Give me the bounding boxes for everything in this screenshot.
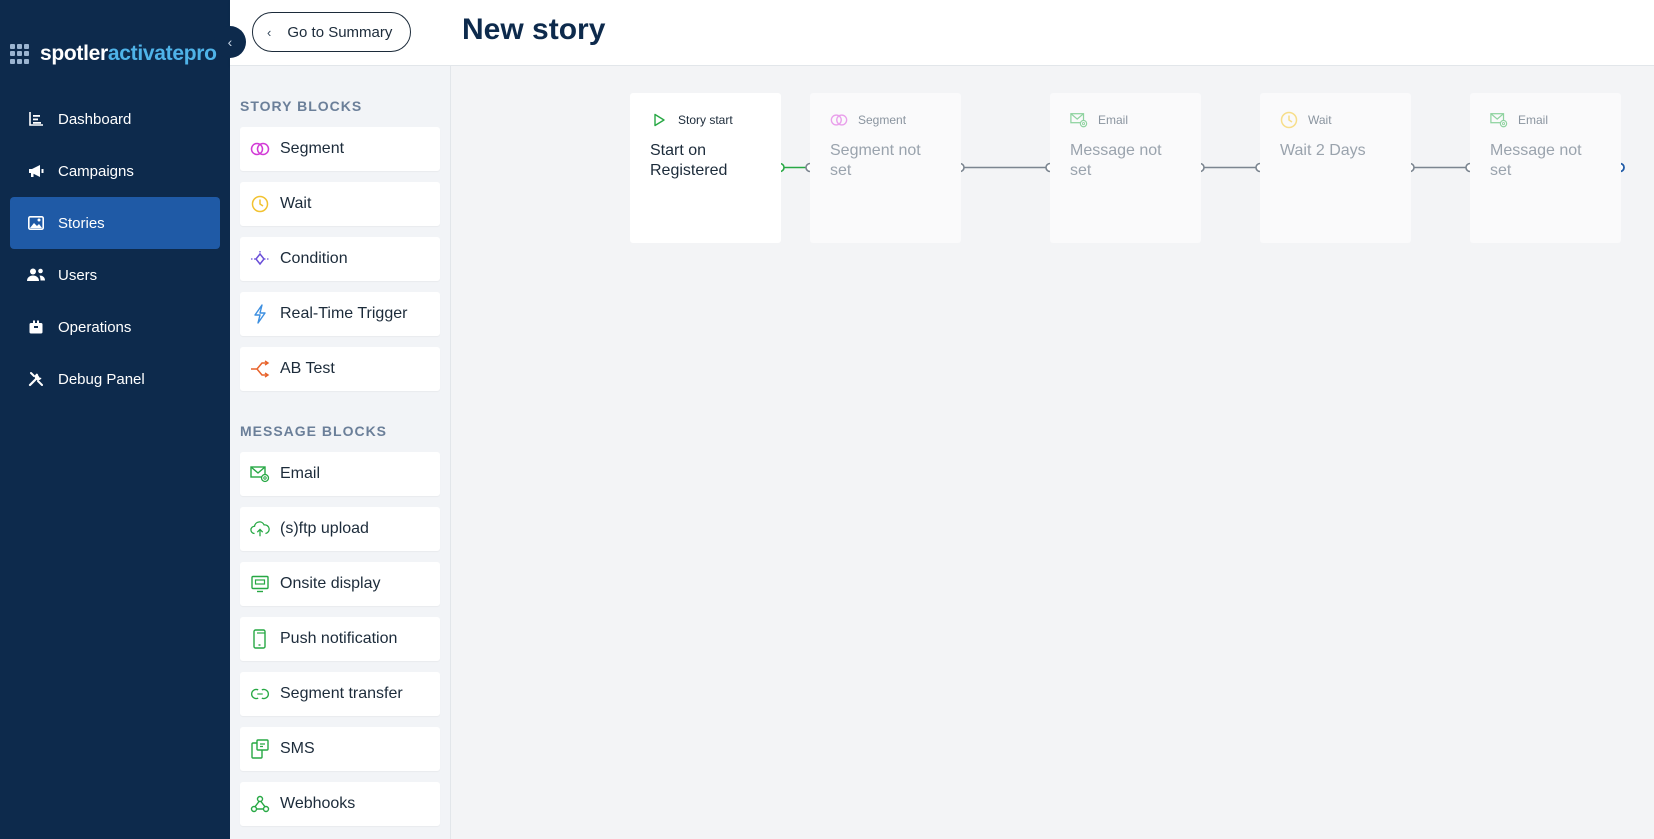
message-block-push-notification[interactable]: Push notification: [240, 617, 440, 661]
node-type-label: Email: [1098, 113, 1129, 127]
message-block-email[interactable]: Email: [240, 452, 440, 496]
chevron-left-icon: ‹: [227, 34, 233, 50]
nav-item-users[interactable]: Users: [10, 249, 220, 301]
segment-icon: [250, 139, 270, 159]
block-label: Segment transfer: [280, 685, 403, 702]
block-label: Push notification: [280, 630, 398, 647]
sms-icon: [250, 739, 270, 759]
chart-bars-icon: [26, 109, 46, 129]
block-label: AB Test: [280, 360, 335, 377]
nav-item-label: Debug Panel: [58, 370, 145, 388]
node-text: Segment not set: [830, 142, 921, 179]
message-block-webhooks[interactable]: Webhooks: [240, 782, 440, 826]
nav-item-label: Operations: [58, 318, 132, 336]
clock-icon: [250, 194, 270, 214]
block-label: Segment: [280, 140, 345, 157]
story-canvas[interactable]: Story start Start on Registered Segment …: [451, 66, 1654, 839]
message-block-sms[interactable]: SMS: [240, 727, 440, 771]
story-block-segment[interactable]: Segment: [240, 127, 440, 171]
box-icon: [26, 317, 46, 337]
node-text: Start on Registered: [650, 142, 728, 179]
play-icon: [650, 111, 668, 129]
story-block-condition[interactable]: Condition: [240, 237, 440, 281]
tools-icon: [26, 369, 46, 389]
flow-node-story-start[interactable]: Story start Start on Registered: [630, 93, 781, 243]
email-icon: [1070, 111, 1088, 129]
block-label: SMS: [280, 740, 315, 757]
story-block-real-time-trigger[interactable]: Real-Time Trigger: [240, 292, 440, 336]
nav-item-dashboard[interactable]: Dashboard: [10, 93, 220, 145]
nav-item-label: Dashboard: [58, 110, 132, 128]
users-icon: [26, 265, 46, 285]
page-title: New story: [462, 13, 606, 46]
apps-grid-icon[interactable]: [10, 44, 30, 64]
email-icon: [1490, 111, 1508, 129]
message-block-onsite-display[interactable]: Onsite display: [240, 562, 440, 606]
mobile-phone-icon: [250, 629, 270, 649]
collapse-sidebar-button[interactable]: ‹: [214, 26, 246, 58]
node-text: Message not set: [1070, 142, 1162, 179]
block-label: Email: [280, 465, 321, 482]
nav-item-label: Users: [58, 266, 98, 284]
segment-transfer-icon: [250, 684, 270, 704]
lightning-icon: [250, 304, 270, 324]
email-icon: [250, 464, 270, 484]
node-type-label: Segment: [858, 113, 907, 127]
split-arrow-icon: [250, 359, 270, 379]
segment-icon: [830, 111, 848, 129]
block-label: (s)ftp upload: [280, 520, 369, 537]
megaphone-icon: [26, 161, 46, 181]
nav-item-operations[interactable]: Operations: [10, 301, 220, 353]
message-blocks-heading: MESSAGE BLOCKS: [240, 423, 388, 439]
page-header: ‹ Go to Summary New story: [230, 0, 1654, 66]
clock-icon: [1280, 111, 1298, 129]
cloud-upload-icon: [250, 519, 270, 539]
block-label: Condition: [280, 250, 348, 267]
block-label: Wait: [280, 195, 312, 212]
block-label: Real-Time Trigger: [280, 305, 408, 322]
nav-item-campaigns[interactable]: Campaigns: [10, 145, 220, 197]
story-block-ab-test[interactable]: AB Test: [240, 347, 440, 391]
chevron-left-icon: ‹: [267, 24, 272, 40]
flow-node-segment[interactable]: Segment Segment not set: [810, 93, 961, 243]
image-icon: [26, 213, 46, 233]
block-label: Onsite display: [280, 575, 381, 592]
message-block-sftp-upload[interactable]: (s)ftp upload: [240, 507, 440, 551]
go-to-summary-button[interactable]: ‹ Go to Summary: [252, 12, 412, 52]
nav-list: Dashboard Campaigns Stories Users Operat…: [10, 93, 220, 405]
nav-item-label: Campaigns: [58, 162, 134, 180]
nav-item-debug-panel[interactable]: Debug Panel: [10, 353, 220, 405]
node-text: Wait 2 Days: [1280, 142, 1366, 159]
story-block-wait[interactable]: Wait: [240, 182, 440, 226]
node-type-label: Email: [1518, 113, 1549, 127]
story-blocks-heading: STORY BLOCKS: [240, 98, 363, 114]
brand-logo[interactable]: spotleractivatepro: [10, 40, 217, 68]
condition-icon: [250, 249, 270, 269]
blocks-panel: STORY BLOCKS Segment Wait Condition Real…: [230, 66, 451, 839]
message-block-segment-transfer[interactable]: Segment transfer: [240, 672, 440, 716]
block-label: Webhooks: [280, 795, 356, 812]
go-to-summary-label: Go to Summary: [287, 23, 393, 41]
nav-item-stories[interactable]: Stories: [10, 197, 220, 249]
webhook-icon: [250, 794, 270, 814]
node-type-label: Story start: [678, 113, 733, 127]
node-text: Message not set: [1490, 142, 1582, 179]
node-type-label: Wait: [1308, 113, 1332, 127]
flow-node-email[interactable]: Email Message not set: [1050, 93, 1201, 243]
flow-node-email-2[interactable]: Email Message not set: [1470, 93, 1621, 243]
main-navigation: spotleractivatepro Dashboard Campaigns S…: [0, 0, 230, 839]
nav-item-label: Stories: [58, 214, 105, 232]
monitor-icon: [250, 574, 270, 594]
flow-node-wait[interactable]: Wait Wait 2 Days: [1260, 93, 1411, 243]
brand-name: spotleractivatepro: [40, 42, 217, 65]
